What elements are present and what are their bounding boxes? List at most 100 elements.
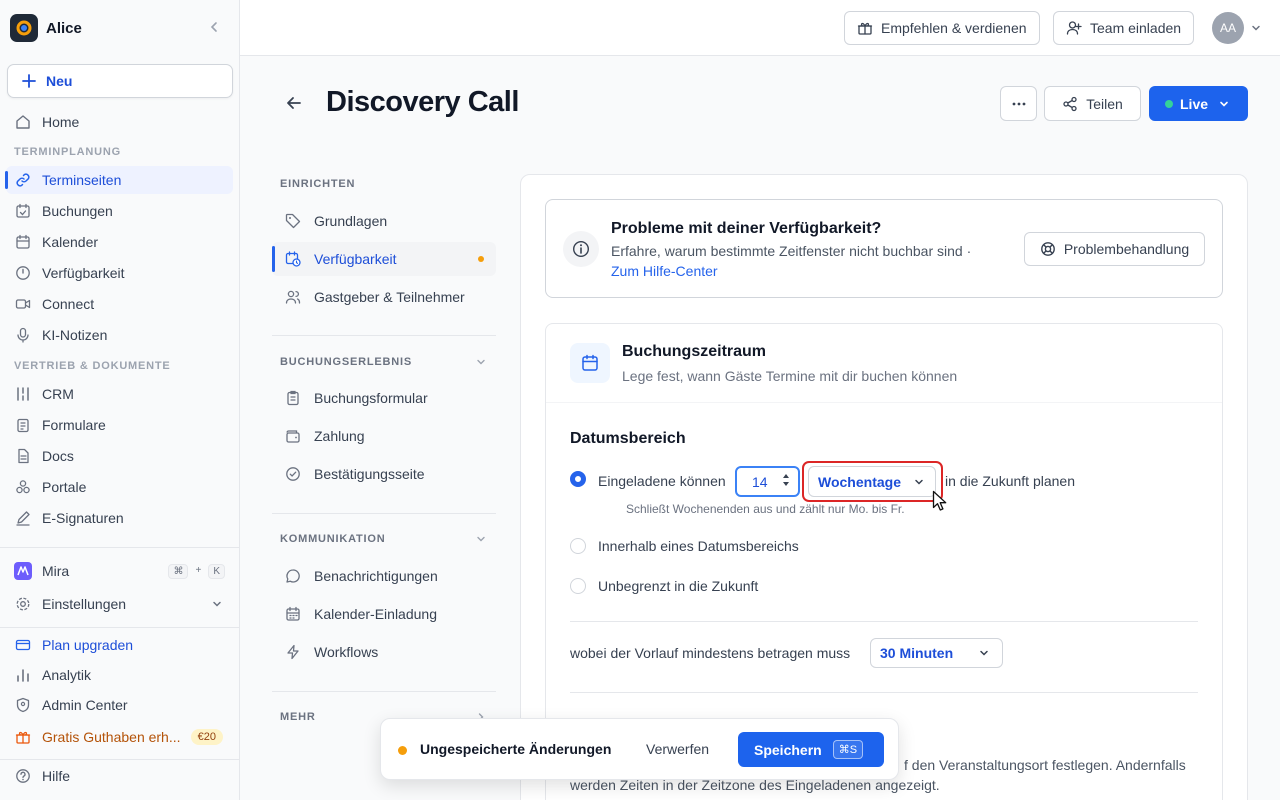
unsaved-dot [398, 746, 407, 755]
unsaved-message: Ungespeicherte Änderungen [420, 741, 612, 757]
sidebar-item-connect[interactable]: Connect [6, 290, 233, 318]
section-label-scheduling: TERMINPLANUNG [14, 146, 121, 158]
settings-nav-zahlung[interactable]: Zahlung [272, 419, 496, 453]
user-plus-icon [1066, 21, 1082, 35]
sidebar-item-label: Terminseiten [42, 172, 122, 188]
chevron-down-icon [980, 650, 988, 656]
sidebar-item-formulare[interactable]: Formulare [6, 411, 233, 439]
sidebar-item-plan-upgraden[interactable]: Plan upgraden [6, 631, 233, 659]
sidebar-item-portale[interactable]: Portale [6, 473, 233, 501]
new-button[interactable]: Neu [7, 64, 233, 98]
section-divider [570, 692, 1198, 693]
settings-nav-label: Kalender-Einladung [314, 606, 437, 622]
date-range-heading: Datumsbereich [570, 430, 686, 447]
live-status-button[interactable]: Live [1149, 86, 1248, 121]
settings-nav-bestaetigungsseite[interactable]: Bestätigungsseite [272, 457, 496, 491]
radio-indefinite[interactable] [570, 578, 586, 594]
sidebar-item-ki-notizen[interactable]: KI-Notizen [6, 321, 233, 349]
radio-rolling-days[interactable] [570, 471, 586, 487]
share-button[interactable]: Teilen [1044, 86, 1141, 121]
collapse-sidebar-icon[interactable] [207, 20, 221, 34]
mouse-pointer-icon [932, 490, 948, 512]
settings-nav-grundlagen[interactable]: Grundlagen [272, 204, 496, 238]
card-divider [546, 402, 1222, 403]
sidebar-item-label: Verfügbarkeit [42, 265, 125, 281]
workspace-logo-icon [10, 14, 38, 42]
back-arrow-icon[interactable] [285, 94, 303, 112]
radio-date-range[interactable] [570, 538, 586, 554]
unsaved-indicator-dot [478, 256, 484, 262]
chevron-down-icon[interactable] [1250, 22, 1262, 34]
clipboard-icon [284, 389, 302, 407]
settings-section-more: MEHR [280, 711, 316, 723]
number-stepper[interactable] [782, 473, 790, 487]
plus-icon [22, 74, 36, 88]
refer-button[interactable]: Empfehlen & verdienen [844, 11, 1040, 45]
sidebar-item-label: KI-Notizen [42, 327, 108, 343]
sidebar-item-label: E-Signaturen [42, 510, 124, 526]
workspace-switcher[interactable]: Alice [10, 14, 82, 42]
sidebar-item-label: Buchungen [42, 203, 113, 219]
gear-icon [14, 595, 32, 613]
crm-icon [14, 385, 32, 403]
chevron-down-icon[interactable] [475, 356, 487, 368]
sidebar-item-mira[interactable]: Mira ⌘ + K [6, 557, 233, 585]
sidebar-item-einstellungen[interactable]: Einstellungen [6, 590, 233, 618]
save-button[interactable]: Speichern ⌘S [738, 732, 884, 767]
settings-nav-kalender-einladung[interactable]: Kalender-Einladung [272, 597, 496, 631]
settings-nav-benachrichtigungen[interactable]: Benachrichtigungen [272, 559, 496, 593]
sidebar-item-home[interactable]: Home [6, 108, 233, 136]
settings-nav-divider [272, 691, 496, 692]
sidebar-item-buchungen[interactable]: Buchungen [6, 197, 233, 225]
sidebar-item-label: Analytik [42, 667, 92, 683]
bar-chart-icon [14, 666, 32, 684]
days-number-input[interactable]: 14 [735, 466, 800, 497]
invite-team-button[interactable]: Team einladen [1053, 11, 1195, 45]
help-center-link[interactable]: Zum Hilfe-Center [611, 263, 718, 279]
sidebar-item-terminseiten[interactable]: Terminseiten [5, 166, 233, 194]
settings-nav-workflows[interactable]: Workflows [272, 635, 496, 669]
discard-button[interactable]: Verwerfen [646, 741, 709, 757]
chevron-down-icon[interactable] [475, 533, 487, 545]
calendar-check-icon [14, 202, 32, 220]
settings-nav-gastgeber[interactable]: Gastgeber & Teilnehmer [272, 280, 496, 314]
settings-nav-verfuegbarkeit[interactable]: Verfügbarkeit [272, 242, 496, 276]
more-options-button[interactable] [1000, 86, 1037, 121]
info-icon [563, 231, 599, 267]
sidebar-item-analytik[interactable]: Analytik [6, 661, 233, 689]
settings-section-setup: EINRICHTEN [280, 178, 356, 190]
avatar[interactable]: AA [1212, 12, 1244, 44]
minimum-notice-select[interactable]: 30 Minuten [870, 638, 1003, 668]
sidebar-item-crm[interactable]: CRM [6, 380, 233, 408]
booking-window-title: Buchungszeitraum [622, 343, 767, 360]
live-status-label: Live [1180, 95, 1209, 112]
sidebar-item-verfuegbarkeit[interactable]: Verfügbarkeit [6, 259, 233, 287]
settings-nav-buchungsformular[interactable]: Buchungsformular [272, 381, 496, 415]
chevron-down-icon [211, 598, 223, 610]
troubleshoot-button[interactable]: Problembehandlung [1024, 232, 1205, 266]
lifebuoy-icon [1040, 242, 1055, 256]
calendar-icon [284, 605, 302, 623]
sidebar-item-gratis-guthaben[interactable]: Gratis Guthaben erh... €20 [6, 723, 233, 751]
option-rolling-suffix: in die Zukunft planen [945, 473, 1075, 489]
credit-badge: €20 [190, 729, 223, 745]
section-divider [570, 621, 1198, 622]
sidebar-item-e-signaturen[interactable]: E-Signaturen [6, 504, 233, 532]
sidebar-item-label: CRM [42, 386, 74, 402]
ellipsis-icon [1012, 102, 1025, 105]
shortcut-key: + [195, 564, 202, 576]
mira-icon [14, 562, 32, 580]
sidebar-item-docs[interactable]: Docs [6, 442, 233, 470]
share-button-label: Teilen [1086, 95, 1123, 112]
focus-highlight-box [802, 461, 943, 502]
sidebar-item-label: Admin Center [42, 697, 128, 713]
users-icon [284, 288, 302, 306]
help-icon [14, 767, 32, 785]
share-icon [1063, 96, 1077, 111]
sidebar-item-kalender[interactable]: Kalender [6, 228, 233, 256]
sidebar-item-admin-center[interactable]: Admin Center [6, 691, 233, 719]
settings-section-booking: BUCHUNGSERLEBNIS [280, 356, 412, 368]
save-shortcut: ⌘S [832, 740, 864, 759]
sidebar-item-hilfe[interactable]: Hilfe [6, 762, 233, 790]
section-label-sales: VERTRIEB & DOKUMENTE [14, 360, 171, 372]
